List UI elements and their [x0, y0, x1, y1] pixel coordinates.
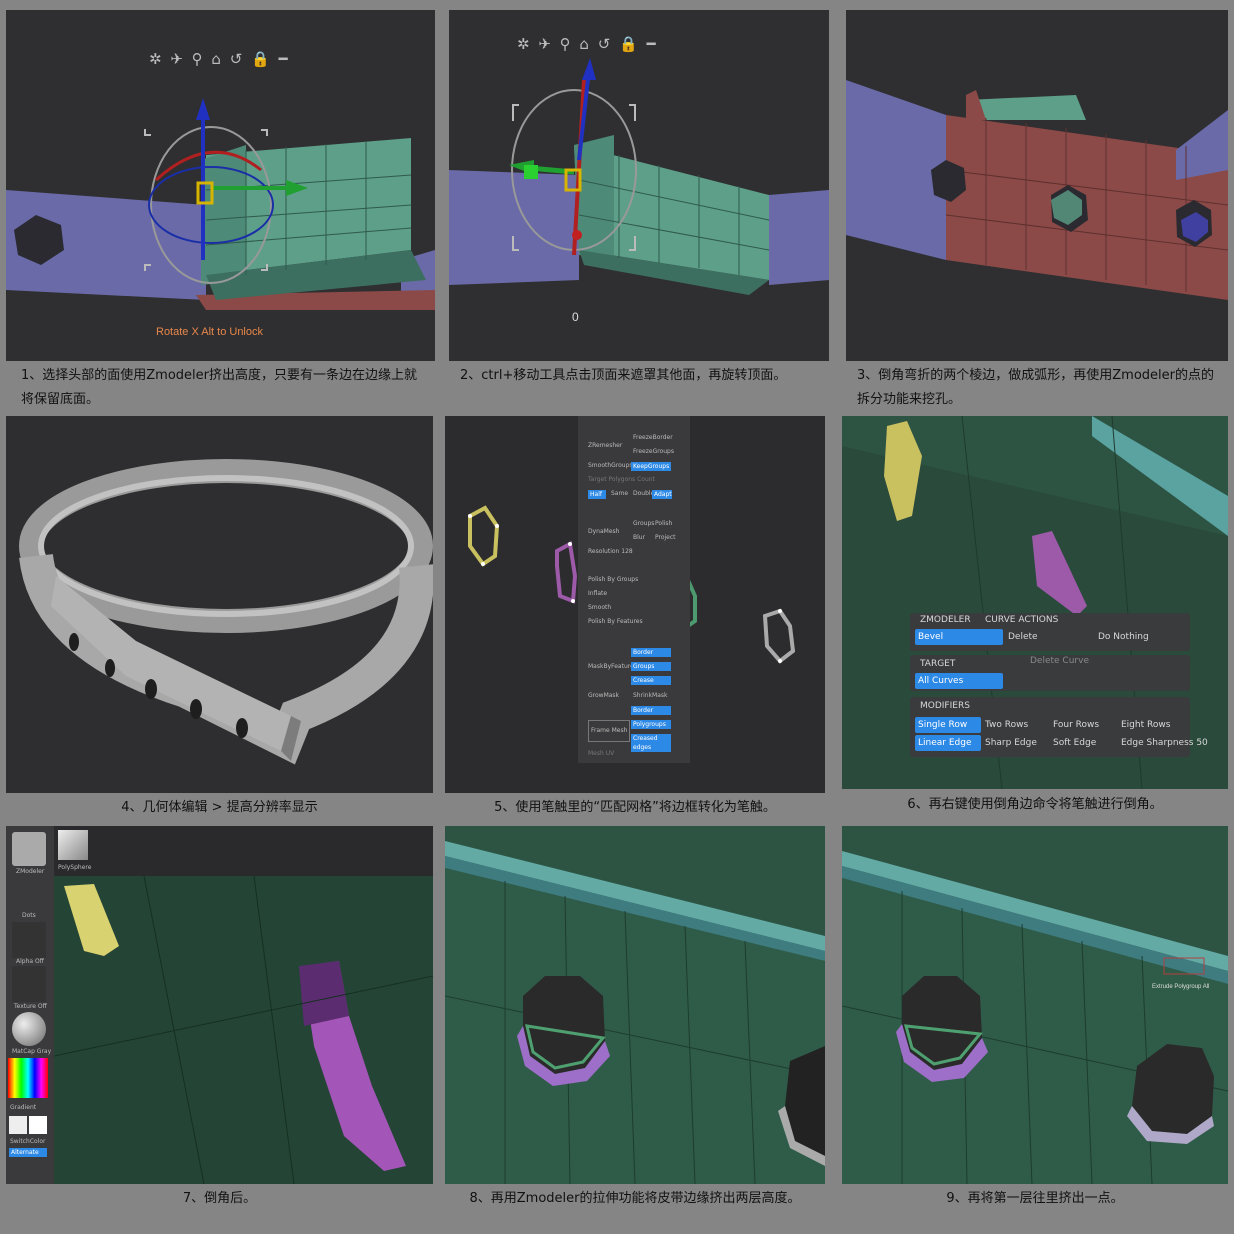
delete-button[interactable]: Delete [1008, 630, 1038, 644]
zmodeler-header: ZMODELER [920, 615, 971, 625]
belt-viewport-2[interactable] [449, 10, 829, 361]
project-label[interactable]: Project [655, 534, 676, 542]
crease-button[interactable]: Crease [631, 676, 671, 685]
gizmo-toolbar[interactable]: ✲ ✈ ⚲ ⌂ ↺ 🔒 ━ [149, 50, 290, 68]
shrink-mask-label[interactable]: ShrinkMask [633, 692, 667, 700]
zmodeler-label: ZModeler [16, 868, 45, 875]
sharp-edge-button[interactable]: Sharp Edge [985, 736, 1037, 750]
matcap-sphere[interactable] [12, 1012, 46, 1046]
groups-button[interactable]: Groups [631, 662, 671, 671]
alpha-off-label: Alpha Off [16, 958, 44, 965]
grow-mask-label[interactable]: GrowMask [588, 692, 619, 700]
linear-edge-button[interactable]: Linear Edge [915, 735, 981, 751]
dynamesh-label[interactable]: DynaMesh [588, 528, 619, 536]
do-nothing-button[interactable]: Do Nothing [1098, 630, 1149, 644]
keep-groups-button[interactable]: KeepGroups [631, 462, 671, 471]
gradient-label: Gradient [10, 1104, 37, 1111]
belt-viewport-3[interactable] [846, 10, 1228, 361]
polish-label[interactable]: Polish [655, 520, 672, 528]
extrude-polygroup-label: Extrude Polygroup All [1152, 984, 1210, 990]
inflate-slider[interactable]: Inflate [588, 590, 607, 598]
half-button[interactable]: Half [588, 490, 606, 499]
single-row-button[interactable]: Single Row [915, 717, 981, 733]
belt-closeup-9[interactable] [842, 826, 1228, 1184]
panel-step-9: Extrude Polygroup All [842, 826, 1228, 1184]
freeze-border-label[interactable]: FreezeBorder [633, 434, 673, 442]
caption-step-7: 7、倒角后。 [182, 1191, 257, 1206]
groups-label[interactable]: Groups [633, 520, 654, 528]
four-rows-button[interactable]: Four Rows [1053, 718, 1099, 732]
creased-edges-button[interactable]: Creased edges [631, 734, 671, 752]
caption-step-8: 8、再用Zmodeler的拉伸功能将皮带边缘挤出两层高度。 [469, 1191, 801, 1206]
color-picker[interactable] [8, 1058, 48, 1098]
frame-mesh-button[interactable]: Frame Mesh [588, 720, 631, 742]
modifiers-header: MODIFIERS [920, 701, 970, 711]
mask-by-feature-label[interactable]: MaskByFeature [588, 663, 634, 671]
panel-step-1: ✲ ✈ ⚲ ⌂ ↺ 🔒 ━ Rotate X Alt to Unlock [6, 10, 435, 361]
caption-step-5: 5、使用笔触里的“匹配网格”将边框转化为笔触。 [494, 800, 776, 815]
border-button-2[interactable]: Border [631, 706, 671, 715]
belt-closeup-8[interactable] [445, 826, 825, 1184]
main-color-swatch[interactable] [9, 1116, 27, 1134]
panel-step-3 [846, 10, 1228, 361]
alpha-slot[interactable] [12, 922, 46, 958]
rotate-hint: Rotate X Alt to Unlock [156, 326, 263, 338]
panel-step-8 [445, 826, 825, 1184]
bevel-button[interactable]: Bevel [915, 629, 1003, 645]
caption-step-4: 4、几何体编辑 > 提高分辨率显示 [121, 800, 318, 815]
adapt-button[interactable]: Adapt [652, 490, 672, 499]
smooth-slider[interactable]: Smooth [588, 604, 611, 612]
eight-rows-button[interactable]: Eight Rows [1121, 718, 1170, 732]
blur-label[interactable]: Blur [633, 534, 645, 542]
border-button[interactable]: Border [631, 648, 671, 657]
zmodeler-menu: ZMODELER CURVE ACTIONS Bevel Delete Do N… [910, 613, 1208, 758]
soft-edge-button[interactable]: Soft Edge [1053, 736, 1096, 750]
zmodeler-brush-icon[interactable] [12, 832, 46, 866]
polish-features-slider[interactable]: Polish By Features [588, 618, 643, 626]
target-header: TARGET [920, 659, 956, 669]
switch-color-label[interactable]: SwitchColor [10, 1138, 46, 1146]
caption-step-3: 3、倒角弯折的两个棱边，做成弧形，再使用Zmodeler的点的拆分功能来挖孔。 [857, 368, 1214, 407]
caption-step-6: 6、再右键使用倒角边命令将笔触进行倒角。 [907, 797, 1163, 812]
all-curves-button[interactable]: All Curves [915, 673, 1003, 689]
same-label[interactable]: Same [611, 490, 628, 498]
two-rows-button[interactable]: Two Rows [985, 718, 1028, 732]
secondary-color-swatch[interactable] [29, 1116, 47, 1134]
value-readout: 0 [572, 310, 579, 324]
panel-step-5: ZRemesher FreezeBorder FreezeGroups Smoo… [445, 416, 825, 793]
left-tray: ZModeler Dots Alpha Off Texture Off MatC… [6, 826, 54, 1184]
zremesher-label[interactable]: ZRemesher [588, 442, 622, 450]
caption-step-1: 1、选择头部的面使用Zmodeler挤出高度，只要有一条边在边缘上就将保留底面。 [21, 368, 417, 407]
mesh-uv-label: Mesh UV [588, 750, 615, 757]
panel-step-4 [6, 416, 433, 793]
edge-sharpness-slider[interactable]: Edge Sharpness 50 [1121, 736, 1208, 750]
gizmo-toolbar-2[interactable]: ✲ ✈ ⚲ ⌂ ↺ 🔒 ━ [517, 35, 658, 53]
polish-groups-slider[interactable]: Polish By Groups [588, 576, 638, 584]
matcap-label: MatCap Gray [12, 1048, 52, 1055]
stroke-settings-panel: ZRemesher FreezeBorder FreezeGroups Smoo… [578, 416, 690, 763]
panel-step-6: ZMODELER CURVE ACTIONS Bevel Delete Do N… [842, 416, 1228, 789]
caption-step-9: 9、再将第一层往里挤出一点。 [946, 1191, 1124, 1206]
texture-slot[interactable] [12, 966, 46, 1002]
target-polygons-label: Target Polygons Count [588, 476, 655, 483]
smooth-groups-label[interactable]: SmoothGroups [588, 462, 633, 470]
freeze-groups-label[interactable]: FreezeGroups [633, 448, 674, 456]
caption-step-2: 2、ctrl+移动工具点击顶面来遮罩其他面，再旋转顶面。 [460, 368, 787, 383]
panel-step-2: ✲ ✈ ⚲ ⌂ ↺ 🔒 ━ 0 [449, 10, 829, 361]
polygroups-button[interactable]: Polygroups [631, 720, 671, 729]
belt-closeup-7[interactable] [54, 826, 433, 1184]
dots-stroke-label[interactable]: Dots [22, 912, 36, 920]
belt-render[interactable] [6, 416, 433, 793]
alternate-button[interactable]: Alternate [9, 1148, 47, 1157]
resolution-slider[interactable]: Resolution 128 [588, 548, 633, 556]
panel-step-7: ZModeler Dots Alpha Off Texture Off MatC… [6, 826, 433, 1184]
delete-curve-button[interactable]: Delete Curve [1030, 654, 1089, 668]
curve-actions-header: CURVE ACTIONS [985, 615, 1059, 625]
texture-off-label: Texture Off [14, 1003, 47, 1010]
